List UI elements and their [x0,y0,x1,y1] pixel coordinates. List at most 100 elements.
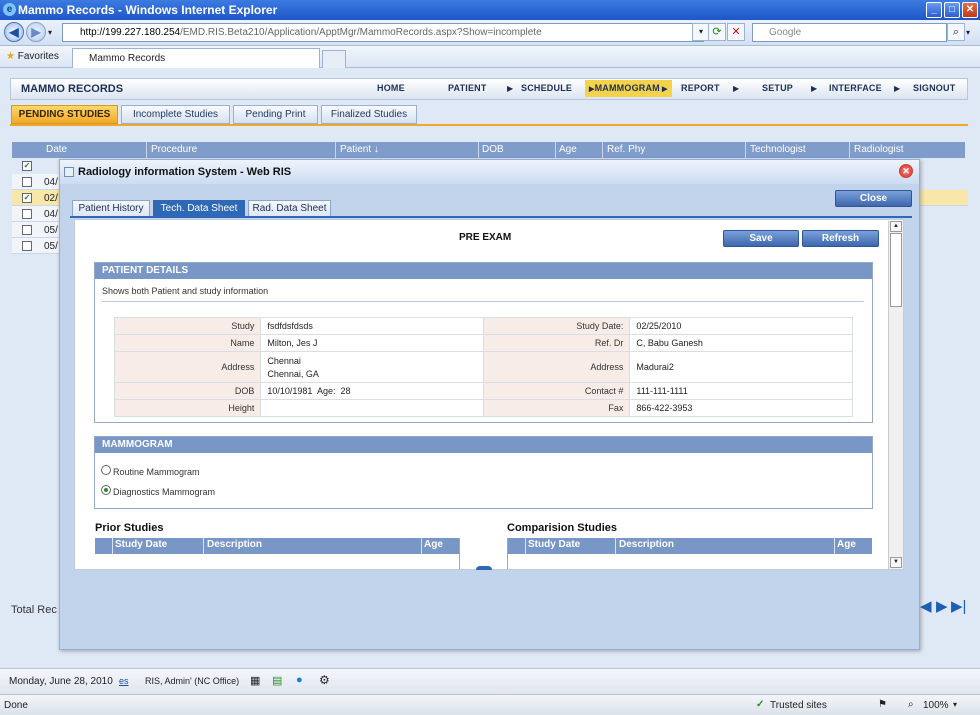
patient-details-header: PATIENT DETAILS [95,263,872,279]
dob-value: 10/10/1981 Age: 28 [260,382,484,400]
menu-signout[interactable]: SIGNOUT [913,83,955,93]
modal-title: Radiology information System - Web RIS [78,166,292,178]
fax-value: 866-422-3953 [629,399,853,417]
row-checkbox[interactable]: ✓ [22,193,32,203]
menu-report[interactable]: REPORT [681,83,720,93]
diagnostics-mammogram-label: Diagnostics Mammogram [113,487,216,497]
diagnostics-mammogram-radio[interactable] [101,485,111,495]
menu-arrow-icon: ▶ [659,86,668,93]
protected-mode-icon[interactable]: ⚑ [878,699,887,710]
status-text: Done [4,700,28,711]
comparison-age-column[interactable]: Age [837,539,856,550]
prior-studies-header: Study Date Description Age [95,538,459,554]
column-date[interactable]: Date [46,144,67,155]
tab-finalized-studies[interactable]: Finalized Studies [321,105,417,124]
prev-page-icon[interactable]: ◀ [920,599,932,615]
menu-mammogram[interactable]: ▶MAMMOGRAM ▶ [585,80,672,97]
column-age[interactable]: Age [559,144,577,155]
calendar-icon[interactable]: ▦ [250,674,260,687]
window-title-bar: e Mammo Records - Windows Internet Explo… [0,0,980,20]
window-close-button[interactable]: ✕ [962,2,978,18]
prior-age-column[interactable]: Age [424,539,443,550]
menu-schedule[interactable]: SCHEDULE [521,83,572,93]
column-procedure[interactable]: Procedure [151,144,197,155]
footer-date: Monday, June 28, 2010 [9,676,113,687]
address-input[interactable]: http://199.227.180.254/EMD.RIS.Beta210/A… [62,23,704,42]
select-all-checkbox[interactable]: ✓ [22,161,32,171]
language-link[interactable]: es [119,676,129,686]
menu-home[interactable]: HOME [377,83,405,93]
search-options-icon[interactable]: ▾ [966,28,970,37]
scroll-thumb[interactable] [890,233,902,307]
stop-icon[interactable]: ✕ [727,23,745,41]
menu-arrow-icon: ▶ [733,84,740,93]
tab-patient-history[interactable]: Patient History [72,200,150,217]
name-label: Name [113,334,262,352]
row-checkbox[interactable] [22,241,32,251]
zoom-icon[interactable]: ⌕ [908,699,914,710]
settings-gear-icon[interactable]: ⚙ [319,673,330,687]
zoom-level[interactable]: 100% [923,700,949,711]
modal-close-icon[interactable]: ✕ [899,164,913,178]
chat-icon[interactable]: ● [296,674,303,686]
minimize-button[interactable]: _ [926,2,942,18]
column-technologist[interactable]: Technologist [750,144,806,155]
tab-rad-data-sheet[interactable]: Rad. Data Sheet [248,200,331,217]
menu-arrow-icon: ▶ [507,84,514,93]
prior-study-date-column[interactable]: Study Date [115,539,167,550]
row-date: 04/ [44,177,58,188]
tab-pending-print[interactable]: Pending Print [233,105,318,124]
favorites-button[interactable]: ★ Favorites [6,51,59,62]
history-dropdown-icon[interactable]: ▾ [48,28,52,37]
save-button[interactable]: Save [723,230,799,247]
refresh-icon[interactable]: ⟳ [708,23,726,41]
favorites-bar: ★ Favorites Mammo Records [0,46,980,68]
menu-setup[interactable]: SETUP [762,83,793,93]
total-records-label: Total Rec [11,604,57,616]
prior-description-column[interactable]: Description [207,539,262,550]
browser-tab[interactable]: Mammo Records [72,48,320,68]
forward-button[interactable]: ▶ [26,22,46,42]
menu-patient[interactable]: PATIENT [448,83,487,93]
routine-mammogram-radio[interactable] [101,465,111,475]
zoom-dropdown-icon[interactable]: ▾ [953,700,957,709]
trusted-check-icon: ✓ [756,699,765,710]
star-icon: ★ [6,51,15,62]
contact-label: Contact # [482,382,631,400]
column-dob[interactable]: DOB [482,144,504,155]
scroll-up-icon[interactable]: ▲ [890,221,902,232]
menu-arrow-icon: ▶ [894,84,901,93]
tab-tech-data-sheet[interactable]: Tech. Data Sheet [153,200,245,217]
comparison-study-date-column[interactable]: Study Date [528,539,580,550]
patient-details-description: Shows both Patient and study information [102,286,269,296]
menu-interface[interactable]: INTERFACE [829,83,882,93]
column-ref-phy[interactable]: Ref. Phy [607,144,645,155]
tab-pending-studies[interactable]: PENDING STUDIES [11,105,118,124]
expand-icon[interactable] [476,566,492,570]
study-value: fsdfdsfdsds [260,317,484,335]
back-button[interactable]: ◀ [4,22,24,42]
row-checkbox[interactable] [22,225,32,235]
tab-incomplete-studies[interactable]: Incomplete Studies [121,105,230,124]
row-checkbox[interactable] [22,209,32,219]
search-input[interactable]: Google [752,23,947,42]
contact-value: 111-111-1111 [629,382,853,400]
close-button[interactable]: Close [835,190,912,207]
next-page-icon[interactable]: ▶ [936,599,948,615]
schedule-icon[interactable]: ▤ [272,674,282,687]
last-page-icon[interactable]: ▶| [951,599,966,615]
search-icon[interactable]: ⌕ [947,23,965,41]
security-zone[interactable]: Trusted sites [770,700,827,711]
refresh-button[interactable]: Refresh [802,230,879,247]
scroll-down-icon[interactable]: ▼ [890,557,902,568]
column-patient[interactable]: Patient ↓ [340,144,379,155]
new-tab-button[interactable] [322,50,346,68]
modal-tab-underline [70,216,912,218]
maximize-button[interactable]: □ [944,2,960,18]
address-value: Chennai Chennai, GA [260,351,484,383]
panel-scrollbar[interactable]: ▲ ▼ [888,221,903,569]
browser-status-bar: Done ✓ Trusted sites ⚑ ⌕ 100% ▾ [0,694,980,715]
row-checkbox[interactable] [22,177,32,187]
column-radiologist[interactable]: Radiologist [854,144,903,155]
comparison-description-column[interactable]: Description [619,539,674,550]
